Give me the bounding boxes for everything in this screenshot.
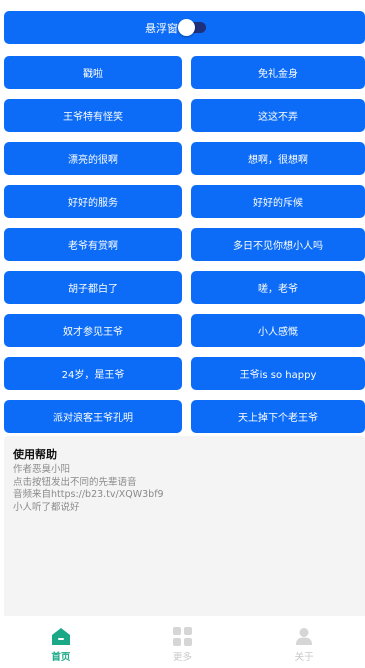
sound-button[interactable]: 天上掉下个老王爷 xyxy=(191,400,365,433)
sound-button[interactable]: 小人感慨 xyxy=(191,314,365,347)
tab-home[interactable]: 首页 xyxy=(0,617,122,668)
sound-button[interactable]: 24岁，是王爷 xyxy=(4,357,182,390)
sound-button[interactable]: 戳啦 xyxy=(4,56,182,89)
sound-button[interactable]: 派对浪客王爷孔明 xyxy=(4,400,182,433)
sound-button[interactable]: 王爷特有怪笑 xyxy=(4,99,182,132)
help-panel: 使用帮助 作者恶臭小阳 点击按钮发出不同的先辈语音 音频来自https://b2… xyxy=(4,436,365,616)
button-row: 胡子都白了 嗟，老爷 xyxy=(4,271,365,304)
sound-button[interactable]: 好好的服务 xyxy=(4,185,182,218)
button-row: 王爷特有怪笑 这这不弄 xyxy=(4,99,365,132)
button-row: 老爷有赏啊 多日不见你想小人吗 xyxy=(4,228,365,261)
tab-about[interactable]: 关于 xyxy=(243,617,365,668)
home-icon xyxy=(51,628,70,645)
sound-button[interactable]: 王爷is so happy xyxy=(191,357,365,390)
grid-icon xyxy=(173,627,193,646)
sound-button[interactable]: 胡子都白了 xyxy=(4,271,182,304)
sound-button[interactable]: 多日不见你想小人吗 xyxy=(191,228,365,261)
button-row: 24岁，是王爷 王爷is so happy xyxy=(4,357,365,390)
button-row: 戳啦 免礼金身 xyxy=(4,56,365,89)
button-row: 派对浪客王爷孔明 天上掉下个老王爷 xyxy=(4,400,365,433)
button-row: 奴才参见王爷 小人感慨 xyxy=(4,314,365,347)
toggle-knob xyxy=(178,19,195,36)
help-line: 音频来自https://b23.tv/XQW3bf9 xyxy=(13,489,164,500)
help-title: 使用帮助 xyxy=(13,448,57,461)
button-row: 漂亮的很啊 想啊，很想啊 xyxy=(4,142,365,175)
float-window-bar[interactable]: 悬浮窗 xyxy=(4,11,365,44)
sound-button[interactable]: 奴才参见王爷 xyxy=(4,314,182,347)
sound-button-grid: 戳啦 免礼金身 王爷特有怪笑 这这不弄 漂亮的很啊 想啊，很想啊 好好的服务 好… xyxy=(4,56,365,443)
bottom-tab-bar: 首页 更多 关于 xyxy=(0,617,365,668)
sound-button[interactable]: 想啊，很想啊 xyxy=(191,142,365,175)
help-text: 作者恶臭小阳 点击按钮发出不同的先辈语音 音频来自https://b23.tv/… xyxy=(13,464,164,514)
sound-button[interactable]: 老爷有赏啊 xyxy=(4,228,182,261)
float-window-label: 悬浮窗 xyxy=(145,21,178,35)
help-line: 点击按钮发出不同的先辈语音 xyxy=(13,476,137,488)
float-window-toggle[interactable] xyxy=(178,19,206,36)
sound-button[interactable]: 免礼金身 xyxy=(191,56,365,89)
sound-button[interactable]: 这这不弄 xyxy=(191,99,365,132)
button-row: 好好的服务 好好的斥候 xyxy=(4,185,365,218)
tab-more-label: 更多 xyxy=(173,652,193,663)
user-icon xyxy=(296,628,313,645)
sound-button[interactable]: 嗟，老爷 xyxy=(191,271,365,304)
sound-button[interactable]: 好好的斥候 xyxy=(191,185,365,218)
help-line: 作者恶臭小阳 xyxy=(13,464,71,475)
tab-about-label: 关于 xyxy=(294,652,314,663)
help-line: 小人听了都说好 xyxy=(13,501,80,513)
sound-button[interactable]: 漂亮的很啊 xyxy=(4,142,182,175)
tab-more[interactable]: 更多 xyxy=(122,617,244,668)
tab-home-label: 首页 xyxy=(51,652,71,663)
